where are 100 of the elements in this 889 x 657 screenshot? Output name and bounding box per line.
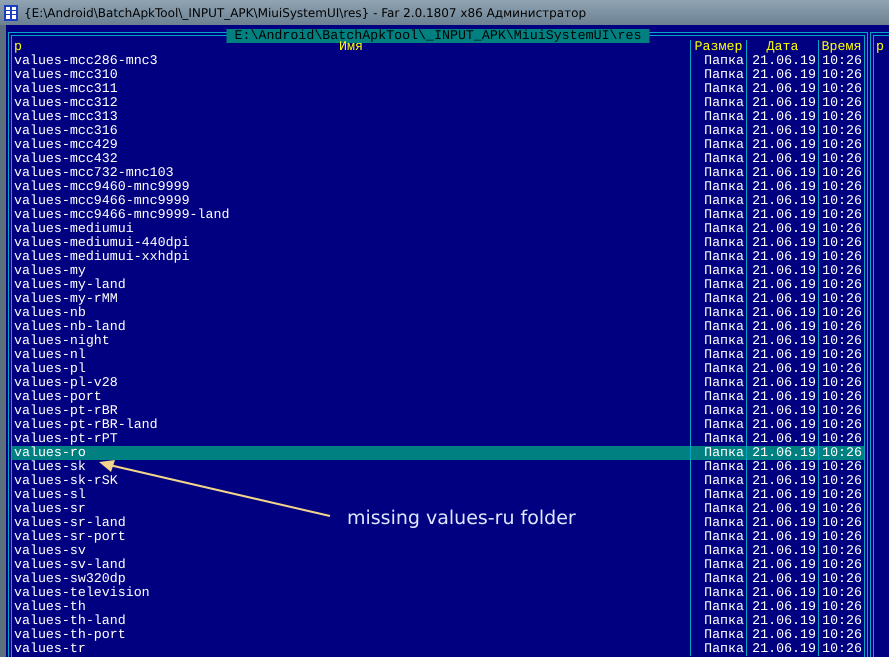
size-cell: Папка bbox=[690, 348, 746, 362]
date-cell: 21.06.19 bbox=[746, 96, 818, 110]
file-name[interactable]: values-mcc311 bbox=[14, 81, 118, 96]
size-cell: Папка bbox=[690, 194, 746, 208]
file-name[interactable]: values-th-port bbox=[14, 627, 126, 642]
time-cell: 10:26 bbox=[818, 306, 864, 320]
file-name[interactable]: values-night bbox=[14, 333, 110, 348]
size-cell: Папка bbox=[690, 362, 746, 376]
file-name[interactable]: values-mcc312 bbox=[14, 95, 118, 110]
date-cell: 21.06.19 bbox=[746, 264, 818, 278]
time-cell: 10:26 bbox=[818, 96, 864, 110]
date-cell: 21.06.19 bbox=[746, 460, 818, 474]
file-name[interactable]: values-sr-port bbox=[14, 529, 126, 544]
sort-indicator: р bbox=[14, 40, 22, 54]
path-label: E:\Android\BatchApkTool\_INPUT_APK\MiuiSystemUI\res bbox=[226, 29, 650, 43]
file-name[interactable]: values-mediumui-xxhdpi bbox=[14, 249, 190, 264]
date-cell: 21.06.19 bbox=[746, 642, 818, 656]
time-cell: 10:26 bbox=[818, 166, 864, 180]
file-name[interactable]: values-television bbox=[14, 585, 150, 600]
file-name[interactable]: values-my bbox=[14, 263, 86, 278]
date-cell: 21.06.19 bbox=[746, 348, 818, 362]
size-cell: Папка bbox=[690, 138, 746, 152]
file-name[interactable]: values-mcc310 bbox=[14, 67, 118, 82]
file-name[interactable]: values-pl bbox=[14, 361, 86, 376]
time-cell: 10:26 bbox=[818, 572, 864, 586]
size-cell: Папка bbox=[690, 488, 746, 502]
time-cell: 10:26 bbox=[818, 418, 864, 432]
size-cell: Папка bbox=[690, 404, 746, 418]
file-name[interactable]: values-mcc316 bbox=[14, 123, 118, 138]
file-name[interactable]: values-mcc429 bbox=[14, 137, 118, 152]
time-cell: 10:26 bbox=[818, 124, 864, 138]
file-name[interactable]: values-mcc9466-mnc9999-land bbox=[14, 207, 230, 222]
file-name[interactable]: values-mcc432 bbox=[14, 151, 118, 166]
size-cell: Папка bbox=[690, 600, 746, 614]
file-name[interactable]: values-sl bbox=[14, 487, 86, 502]
file-name[interactable]: values-my-rMM bbox=[14, 291, 118, 306]
column-header[interactable]: Размер bbox=[690, 40, 746, 54]
file-name[interactable]: values-tr bbox=[14, 641, 86, 656]
file-name[interactable]: values-th bbox=[14, 599, 86, 614]
size-cell: Папка bbox=[690, 306, 746, 320]
date-cell: 21.06.19 bbox=[746, 110, 818, 124]
file-name[interactable]: values-mcc313 bbox=[14, 109, 118, 124]
time-cell: 10:26 bbox=[818, 320, 864, 334]
file-name[interactable]: values-sv bbox=[14, 543, 86, 558]
size-cell: Папка bbox=[690, 110, 746, 124]
file-name[interactable]: values-sk bbox=[14, 459, 86, 474]
size-cell: Папка bbox=[690, 250, 746, 264]
size-cell: Папка bbox=[690, 320, 746, 334]
size-cell: Папка bbox=[690, 334, 746, 348]
file-name[interactable]: values-th-land bbox=[14, 613, 126, 628]
file-name[interactable]: values-sv-land bbox=[14, 557, 126, 572]
time-cell: 10:26 bbox=[818, 110, 864, 124]
date-cell: 21.06.19 bbox=[746, 250, 818, 264]
file-name[interactable]: values-sk-rSK bbox=[14, 473, 118, 488]
column-header[interactable]: Время bbox=[818, 40, 864, 54]
date-cell: 21.06.19 bbox=[746, 278, 818, 292]
file-name[interactable]: values-sr bbox=[14, 501, 86, 516]
file-name[interactable]: values-mcc9466-mnc9999 bbox=[14, 193, 190, 208]
annotation-text: missing values-ru folder bbox=[347, 507, 576, 529]
date-cell: 21.06.19 bbox=[746, 362, 818, 376]
date-cell: 21.06.19 bbox=[746, 488, 818, 502]
date-cell: 21.06.19 bbox=[746, 138, 818, 152]
file-name[interactable]: values-pt-rPT bbox=[14, 431, 118, 446]
date-cell: 21.06.19 bbox=[746, 208, 818, 222]
time-cell: 10:26 bbox=[818, 544, 864, 558]
file-name[interactable]: values-sr-land bbox=[14, 515, 126, 530]
date-cell: 21.06.19 bbox=[746, 222, 818, 236]
date-cell: 21.06.19 bbox=[746, 544, 818, 558]
file-name[interactable]: values-port bbox=[14, 389, 102, 404]
time-cell: 10:26 bbox=[818, 82, 864, 96]
size-cell: Папка bbox=[690, 376, 746, 390]
time-cell: 10:26 bbox=[818, 278, 864, 292]
file-name[interactable]: values-pl-v28 bbox=[14, 375, 118, 390]
time-cell: 10:26 bbox=[818, 488, 864, 502]
time-cell: 10:26 bbox=[818, 502, 864, 516]
file-name[interactable]: values-nl bbox=[14, 347, 86, 362]
panels-icon bbox=[4, 4, 18, 20]
date-cell: 21.06.19 bbox=[746, 558, 818, 572]
file-name[interactable]: values-mcc732-mnc103 bbox=[14, 165, 174, 180]
file-name[interactable]: values-sw320dp bbox=[14, 571, 126, 586]
time-cell: 10:26 bbox=[818, 642, 864, 656]
size-cell: Папка bbox=[690, 642, 746, 656]
column-header[interactable]: Дата bbox=[746, 40, 818, 54]
file-name[interactable]: values-nb-land bbox=[14, 319, 126, 334]
file-name[interactable]: values-ro bbox=[14, 445, 86, 460]
date-cell: 21.06.19 bbox=[746, 68, 818, 82]
size-cell: Папка bbox=[690, 390, 746, 404]
file-name[interactable]: values-mediumui-440dpi bbox=[14, 235, 190, 250]
file-name[interactable]: values-mediumui bbox=[14, 221, 134, 236]
file-name[interactable]: values-nb bbox=[14, 305, 86, 320]
file-name[interactable]: values-pt-rBR bbox=[14, 403, 118, 418]
size-cell: Папка bbox=[690, 124, 746, 138]
date-cell: 21.06.19 bbox=[746, 404, 818, 418]
file-name[interactable]: values-mcc9460-mnc9999 bbox=[14, 179, 190, 194]
size-cell: Папка bbox=[690, 292, 746, 306]
size-cell: Папка bbox=[690, 586, 746, 600]
file-name[interactable]: values-pt-rBR-land bbox=[14, 417, 158, 432]
file-name[interactable]: values-mcc286-mnc3 bbox=[14, 53, 158, 68]
file-name[interactable]: values-my-land bbox=[14, 277, 126, 292]
size-cell: Папка bbox=[690, 222, 746, 236]
